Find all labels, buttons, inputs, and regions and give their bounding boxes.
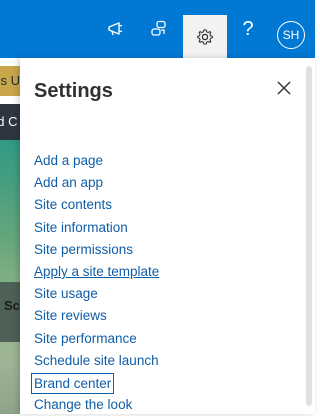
settings-panel: Settings Add a page Add an app Site cont… [20, 58, 315, 414]
background-banner-yellow: cs U [0, 66, 20, 96]
background-banner-dark: ed C [0, 104, 20, 140]
background-hero [0, 140, 20, 414]
close-icon [277, 81, 291, 95]
link-site-performance[interactable]: Site performance [34, 328, 294, 350]
feedback-icon[interactable] [144, 14, 174, 44]
link-add-page[interactable]: Add a page [34, 150, 294, 172]
avatar[interactable]: SH [277, 21, 305, 49]
settings-links: Add a page Add an app Site contents Site… [31, 150, 294, 416]
settings-button[interactable] [183, 15, 227, 58]
avatar-initials: SH [282, 28, 300, 42]
link-apply-site-template[interactable]: Apply a site template [34, 261, 294, 283]
link-add-app[interactable]: Add an app [34, 172, 294, 194]
link-site-contents[interactable]: Site contents [34, 194, 294, 216]
background-text: ed C [0, 114, 18, 129]
link-site-usage[interactable]: Site usage [34, 283, 294, 305]
panel-scrollbar[interactable] [306, 66, 312, 406]
panel-title: Settings [34, 80, 113, 102]
link-change-the-look[interactable]: Change the look [34, 394, 294, 416]
close-button[interactable] [275, 79, 293, 97]
megaphone-icon[interactable] [101, 14, 131, 44]
gear-icon [197, 28, 213, 44]
background-heading: Sc [4, 298, 20, 313]
help-label: ? [242, 18, 254, 40]
background-text: cs U [0, 73, 20, 88]
suite-bar: ? SH [0, 0, 315, 58]
link-brand-center[interactable]: Brand center [31, 372, 115, 394]
help-icon[interactable]: ? [233, 14, 263, 44]
link-site-reviews[interactable]: Site reviews [34, 305, 294, 327]
link-schedule-site-launch[interactable]: Schedule site launch [34, 350, 294, 372]
link-site-permissions[interactable]: Site permissions [34, 239, 294, 261]
link-site-information[interactable]: Site information [34, 217, 294, 239]
